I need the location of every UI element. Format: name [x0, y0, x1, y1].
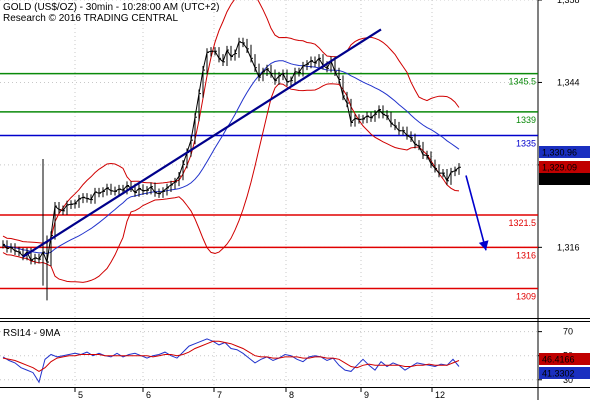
rsi-tag: 46.4166	[539, 353, 590, 365]
chart-window: 1345.5 1339 1335 1321.5 1316 1309 5 6 7 8 9 12 1,31…	[0, 0, 590, 400]
price-tag: 1,330.96	[539, 146, 590, 158]
level-label: 1335	[516, 138, 536, 148]
x-tick-label: 12	[435, 390, 445, 400]
rsi-tick-label: 70	[563, 327, 573, 337]
level-label: 1339	[516, 115, 536, 125]
x-tick-label: 7	[217, 390, 222, 400]
price-tag-label: 1,330.96	[542, 148, 577, 158]
level-label: 1316	[516, 250, 536, 260]
price-tag: 1,329.09	[539, 161, 590, 173]
forecast-arrow	[465, 175, 487, 251]
moving-average-line	[2, 60, 460, 255]
chart-title: GOLD (US$/OZ) - 30min - 10:28:00 AM (UTC…	[3, 2, 219, 13]
x-tick-label: 9	[364, 390, 369, 400]
rsi-ma-line	[2, 340, 460, 372]
rsi-tag: 41.3302	[539, 367, 590, 379]
x-tick-label: 8	[289, 390, 294, 400]
trendline	[22, 28, 382, 258]
forecast-arrow-head	[478, 240, 489, 251]
level-label: 1309	[516, 292, 536, 302]
price-tag-label: 1,329.09	[542, 163, 577, 173]
price-tag-label: 1,327.14	[542, 175, 577, 185]
level-label: 1345.5	[508, 77, 536, 87]
price-line	[2, 41, 460, 265]
y-tick-label: 1,344	[557, 77, 580, 87]
rsi-panel-title: RSI14 - 9MA	[3, 328, 61, 339]
y-tick-label: 1,358	[557, 0, 580, 5]
y-tick-label: 1,316	[557, 242, 580, 252]
rsi-line	[2, 338, 460, 384]
chart-subtitle: Research © 2016 TRADING CENTRAL	[3, 13, 178, 24]
rsi-tag-label: 46.4166	[542, 355, 575, 365]
level-label: 1321.5	[508, 218, 536, 228]
x-tick-label: 6	[146, 390, 151, 400]
chart-canvas: 1345.5 1339 1335 1321.5 1316 1309 5 6 7 8 9 12 1,31…	[0, 0, 590, 400]
x-tick-label: 5	[78, 390, 83, 400]
rsi-tag-label: 41.3302	[542, 369, 575, 379]
price-tag: 1,327.14	[539, 173, 590, 185]
